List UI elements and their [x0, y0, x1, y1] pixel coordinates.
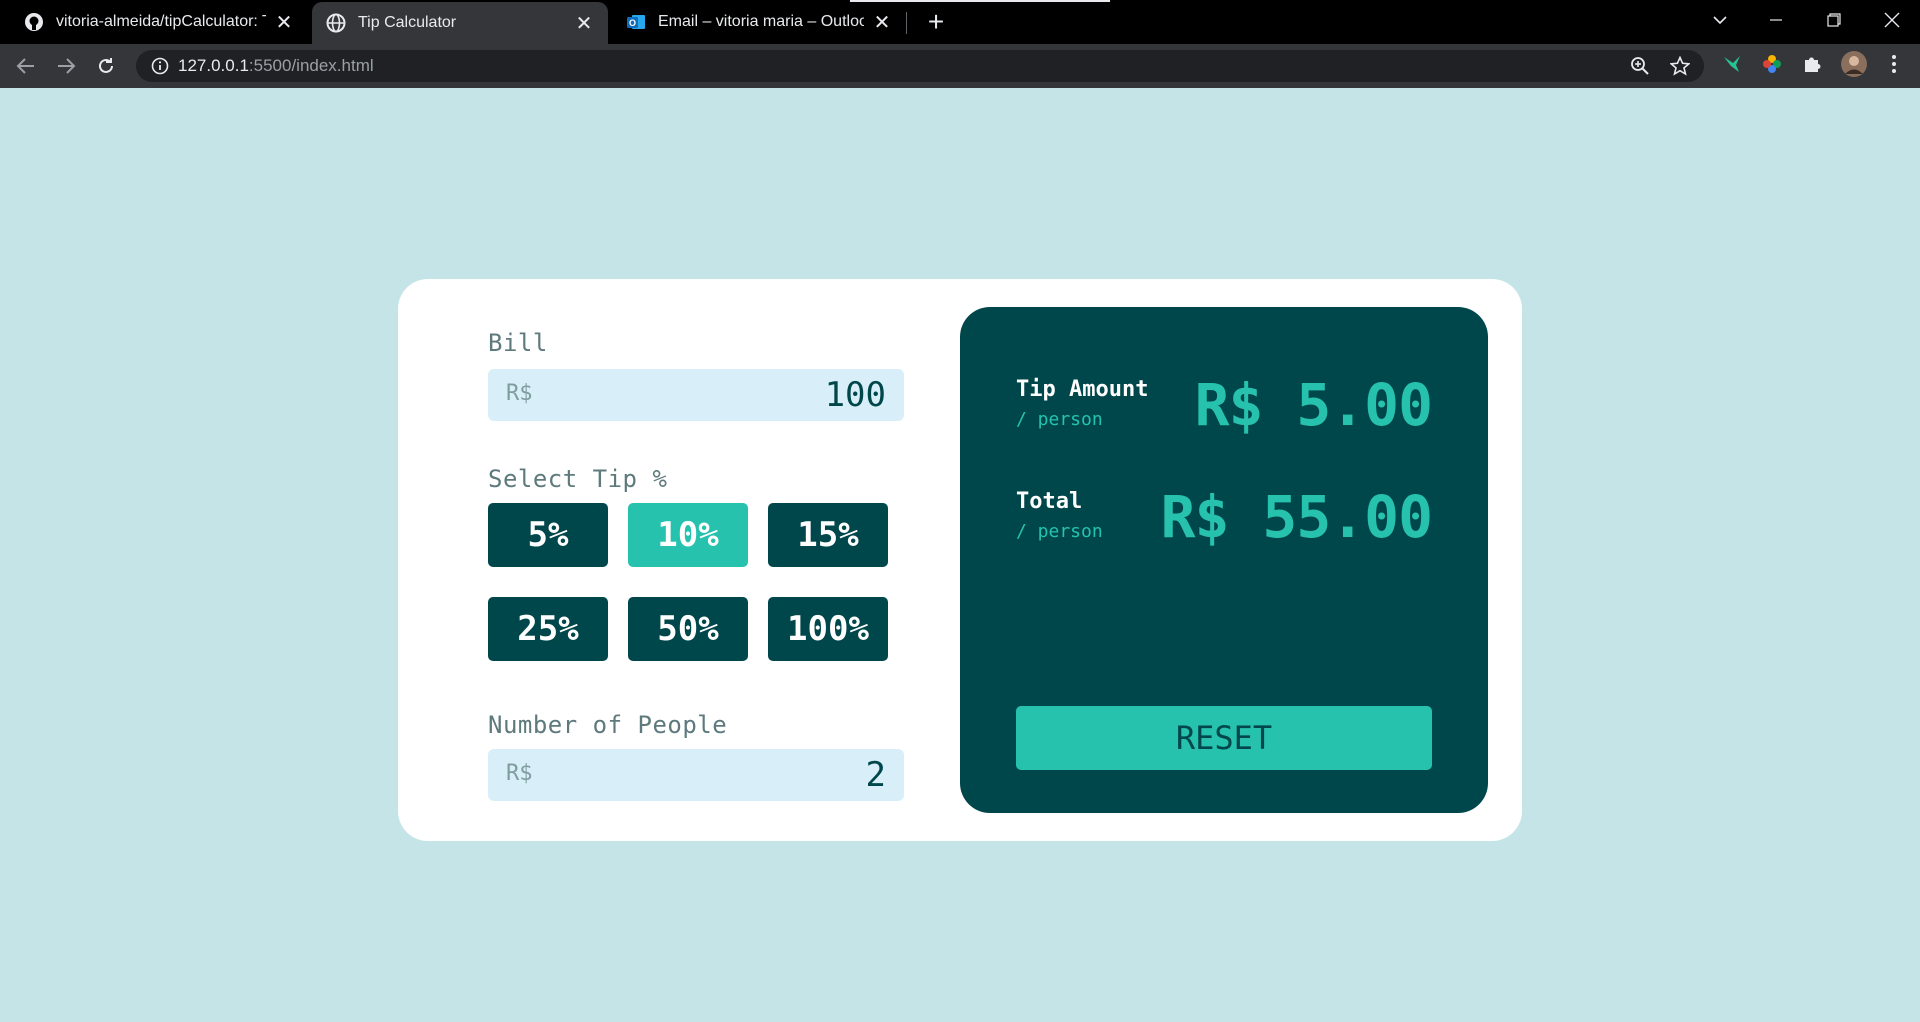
- extensions-puzzle-icon[interactable]: [1800, 52, 1824, 76]
- tip-amount-per-person: / person: [1016, 409, 1103, 430]
- url-host: 127.0.0.1: [178, 56, 249, 75]
- url-text: 127.0.0.1:5500/index.html: [178, 56, 374, 76]
- new-tab-button[interactable]: +: [920, 4, 952, 40]
- bill-input[interactable]: R$ 100: [488, 369, 904, 421]
- browser-tabstrip: vitoria-almeida/tipCalculator: Tip ✕ Tip…: [0, 0, 1920, 44]
- browser-toolbar: 127.0.0.1:5500/index.html: [0, 44, 1920, 88]
- reset-button[interactable]: RESET: [1016, 706, 1432, 770]
- extension-bird-icon[interactable]: [1720, 52, 1744, 76]
- url-path: :5500/index.html: [248, 56, 374, 75]
- more-menu-icon[interactable]: [1882, 52, 1906, 76]
- zoom-icon[interactable]: [1628, 54, 1652, 78]
- tip-button-15[interactable]: 15%: [768, 503, 888, 567]
- tab-title: Tip Calculator: [358, 14, 457, 31]
- total-value: R$ 55.00: [1160, 483, 1433, 551]
- tip-button-50[interactable]: 50%: [628, 597, 748, 661]
- svg-text:O: O: [629, 18, 636, 28]
- reload-icon[interactable]: [92, 52, 120, 80]
- tip-button-100[interactable]: 100%: [768, 597, 888, 661]
- tip-amount-value: R$ 5.00: [1194, 371, 1433, 439]
- avatar[interactable]: [1840, 50, 1868, 78]
- tab-tip-calculator[interactable]: Tip Calculator ✕: [312, 2, 608, 44]
- tip-button-5[interactable]: 5%: [488, 503, 608, 567]
- close-icon[interactable]: ✕: [274, 10, 294, 35]
- people-input[interactable]: R$ 2: [488, 749, 904, 801]
- globe-icon: [326, 13, 346, 33]
- tab-outlook[interactable]: O Email – vitoria maria – Outlook ✕: [612, 2, 906, 42]
- bill-currency-prefix: R$: [506, 381, 533, 406]
- forward-arrow-icon[interactable]: [52, 52, 80, 80]
- select-tip-label: Select Tip %: [488, 465, 668, 493]
- close-window-icon[interactable]: [1864, 0, 1920, 40]
- bill-value[interactable]: 100: [825, 375, 886, 415]
- close-icon[interactable]: ✕: [574, 11, 594, 36]
- calculator-card: Bill R$ 100 Select Tip % 5% 10% 15% 25% …: [398, 279, 1522, 841]
- tip-button-25[interactable]: 25%: [488, 597, 608, 661]
- close-icon[interactable]: ✕: [872, 10, 892, 35]
- tab-title: vitoria-almeida/tipCalculator: Tip: [56, 13, 266, 30]
- outlook-icon: O: [626, 12, 646, 32]
- tab-separator: [906, 12, 907, 34]
- people-label: Number of People: [488, 711, 728, 739]
- people-prefix: R$: [506, 761, 533, 786]
- people-value[interactable]: 2: [866, 755, 886, 795]
- minimize-icon[interactable]: [1748, 0, 1804, 40]
- github-icon: [24, 12, 44, 32]
- site-info-icon[interactable]: [150, 56, 170, 76]
- restore-icon[interactable]: [1806, 0, 1862, 40]
- tip-button-10[interactable]: 10%: [628, 503, 748, 567]
- tip-amount-label: Tip Amount: [1016, 377, 1149, 402]
- address-bar[interactable]: 127.0.0.1:5500/index.html: [136, 50, 1704, 82]
- color-picker-icon[interactable]: [1760, 52, 1784, 76]
- back-arrow-icon[interactable]: [12, 52, 40, 80]
- total-per-person: / person: [1016, 521, 1103, 542]
- tab-title: Email – vitoria maria – Outlook: [658, 13, 864, 30]
- tab-search-icon[interactable]: [1692, 0, 1748, 40]
- total-label: Total: [1016, 489, 1083, 514]
- tab-github[interactable]: vitoria-almeida/tipCalculator: Tip ✕: [10, 2, 308, 42]
- results-panel: Tip Amount / person R$ 5.00 Total / pers…: [960, 307, 1488, 813]
- star-icon[interactable]: [1668, 54, 1692, 78]
- bill-label: Bill: [488, 329, 548, 357]
